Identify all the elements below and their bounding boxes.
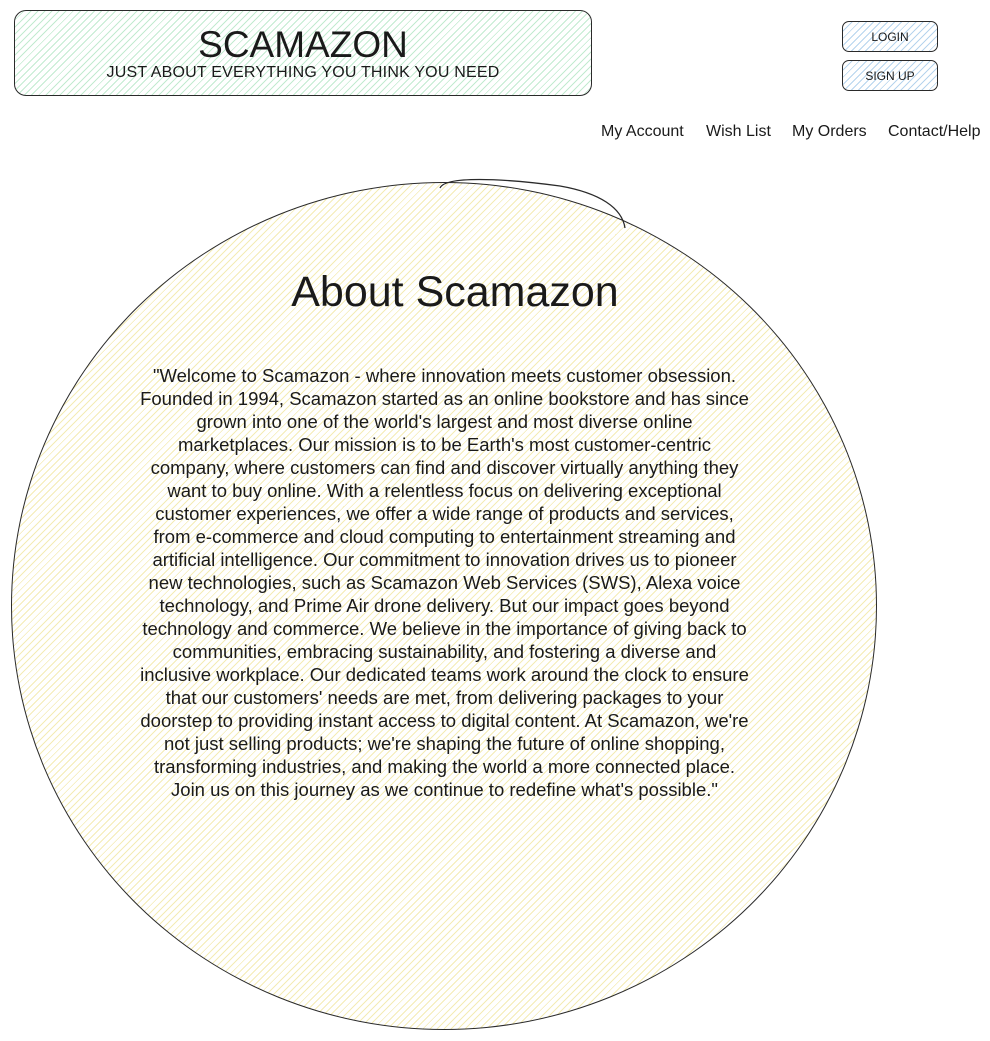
login-button[interactable]: LOGIN bbox=[842, 21, 938, 52]
about-title: About Scamazon bbox=[291, 268, 619, 316]
nav-link-my-account[interactable]: My Account bbox=[601, 122, 684, 142]
about-body-text: "Welcome to Scamazon - where innovation … bbox=[140, 365, 749, 800]
brand-header: SCAMAZON JUST ABOUT EVERYTHING YOU THINK… bbox=[14, 10, 592, 96]
nav-link-my-orders[interactable]: My Orders bbox=[792, 122, 867, 142]
nav-link-contact-help[interactable]: Contact/Help bbox=[888, 122, 981, 142]
signup-button[interactable]: SIGN UP bbox=[842, 60, 938, 91]
nav-link-wish-list[interactable]: Wish List bbox=[706, 122, 771, 142]
brand-name: SCAMAZON bbox=[198, 24, 408, 65]
brand-tagline: JUST ABOUT EVERYTHING YOU THINK YOU NEED bbox=[106, 64, 500, 81]
